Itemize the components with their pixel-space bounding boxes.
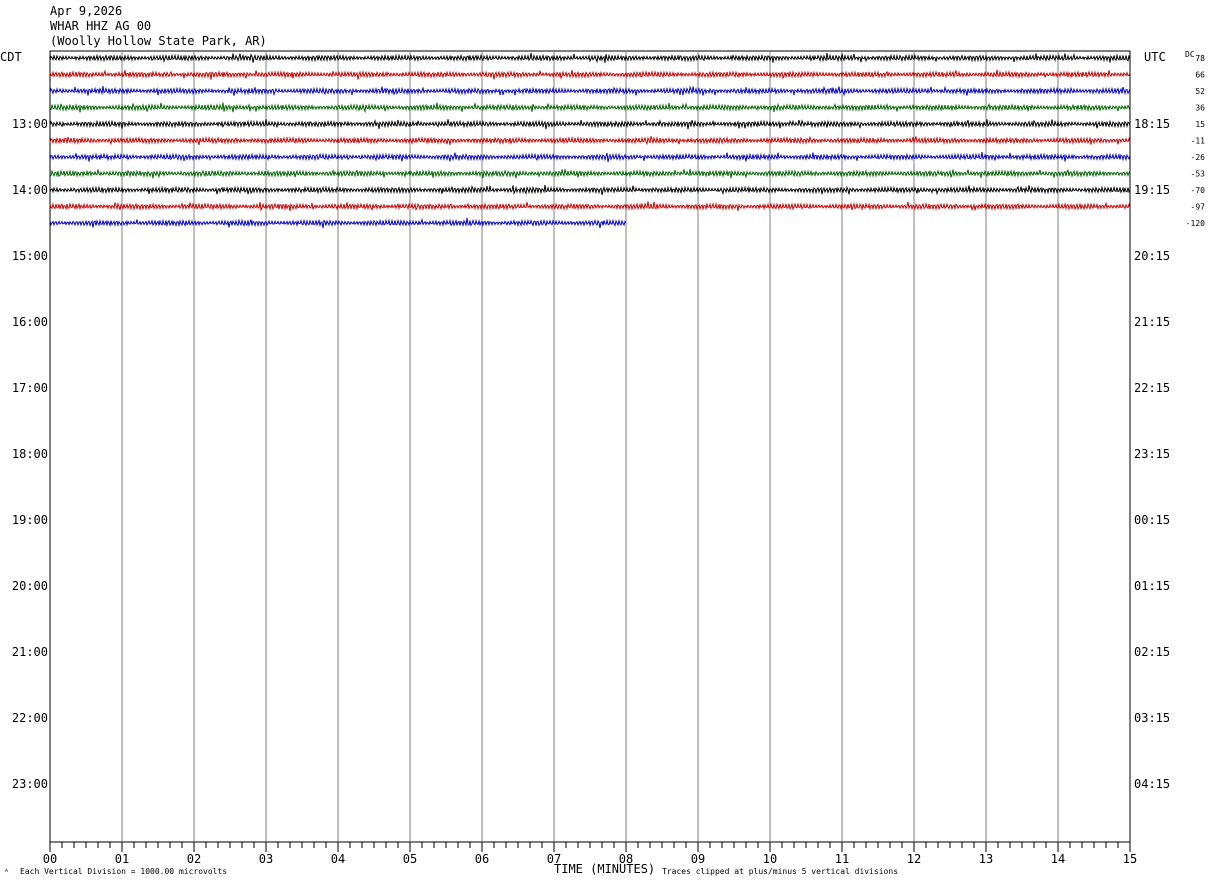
x-tick-label: 10	[763, 852, 777, 866]
seismic-trace	[49, 184, 1131, 196]
corner-glyph: ⌃	[4, 868, 9, 877]
cdt-hour-label: 16:00	[12, 315, 48, 329]
seismic-trace	[49, 52, 1131, 64]
dc-offset-label: 36	[1195, 104, 1205, 113]
cdt-hour-label: 23:00	[12, 777, 48, 791]
dc-offset-label: -97	[1191, 203, 1206, 212]
clip-note: Traces clipped at plus/minus 5 vertical …	[662, 867, 899, 876]
utc-hour-label: 03:15	[1134, 711, 1170, 725]
cdt-hour-label: 14:00	[12, 183, 48, 197]
utc-hour-label: 02:15	[1134, 645, 1170, 659]
utc-hour-label: 00:15	[1134, 513, 1170, 527]
seismic-trace	[49, 135, 1131, 146]
cdt-label: CDT	[0, 50, 22, 64]
x-tick-label: 03	[259, 852, 273, 866]
dc-offset-label: 15	[1195, 120, 1205, 129]
location-label: (Woolly Hollow State Park, AR)	[50, 34, 267, 48]
x-tick-label: 14	[1051, 852, 1065, 866]
dc-offset-label: -53	[1191, 170, 1206, 179]
utc-hour-label: 18:15	[1134, 117, 1170, 131]
cdt-hour-label: 19:00	[12, 513, 48, 527]
seismic-trace	[49, 85, 1131, 97]
dc-offset-label: -70	[1191, 186, 1206, 195]
dc-offset-label: 66	[1195, 71, 1205, 80]
utc-hour-label: 20:15	[1134, 249, 1170, 263]
utc-hour-label: 22:15	[1134, 381, 1170, 395]
cdt-hour-label: 13:00	[12, 117, 48, 131]
x-tick-label: 09	[691, 852, 705, 866]
date-label: Apr 9,2026	[50, 4, 123, 18]
utc-hour-label: 21:15	[1134, 315, 1170, 329]
x-tick-label: 13	[979, 852, 993, 866]
x-tick-label: 11	[835, 852, 849, 866]
cdt-hour-label: 17:00	[12, 381, 48, 395]
cdt-hour-label: 22:00	[12, 711, 48, 725]
dc-offset-label: -26	[1191, 153, 1206, 162]
dc-offset-label: 78	[1195, 54, 1205, 63]
dc-offset-label: 52	[1195, 87, 1205, 96]
station-label: WHAR HHZ AG 00	[50, 19, 152, 33]
seismic-trace	[49, 118, 1131, 130]
helicorder-plot: 00 01 02 03 04 05 06 07 08 09 10 11 12 13 14 15CDT UTC DC…	[0, 50, 1206, 866]
dc-offset-label: -11	[1191, 137, 1206, 146]
x-axis-title: TIME (MINUTES)	[554, 862, 656, 876]
x-tick-label: 12	[907, 852, 921, 866]
cdt-hour-label: 15:00	[12, 249, 48, 263]
x-tick-label: 04	[331, 852, 345, 866]
x-tick-label: 06	[475, 852, 489, 866]
dc-offset-label: -120	[1186, 219, 1205, 228]
seismic-trace	[49, 168, 1131, 179]
seismic-trace	[49, 152, 1131, 163]
x-tick-label: 00	[43, 852, 57, 866]
scale-note: Each Vertical Division = 1000.00 microvo…	[20, 867, 228, 876]
utc-hour-label: 01:15	[1134, 579, 1170, 593]
x-tick-label: 02	[187, 852, 201, 866]
utc-hour-label: 04:15	[1134, 777, 1170, 791]
utc-label: UTC	[1144, 50, 1166, 64]
utc-hour-label: 19:15	[1134, 183, 1170, 197]
seismic-trace	[49, 201, 1131, 212]
utc-hour-label: 23:15	[1134, 447, 1170, 461]
dc-label: DC	[1185, 50, 1195, 59]
x-tick-label: 05	[403, 852, 417, 866]
seismic-trace	[49, 69, 1131, 80]
cdt-hour-label: 20:00	[12, 579, 48, 593]
x-tick-label: 15	[1123, 852, 1137, 866]
cdt-hour-label: 21:00	[12, 645, 48, 659]
cdt-hour-label: 18:00	[12, 447, 48, 461]
seismic-trace	[49, 102, 1131, 114]
x-tick-label: 01	[115, 852, 129, 866]
